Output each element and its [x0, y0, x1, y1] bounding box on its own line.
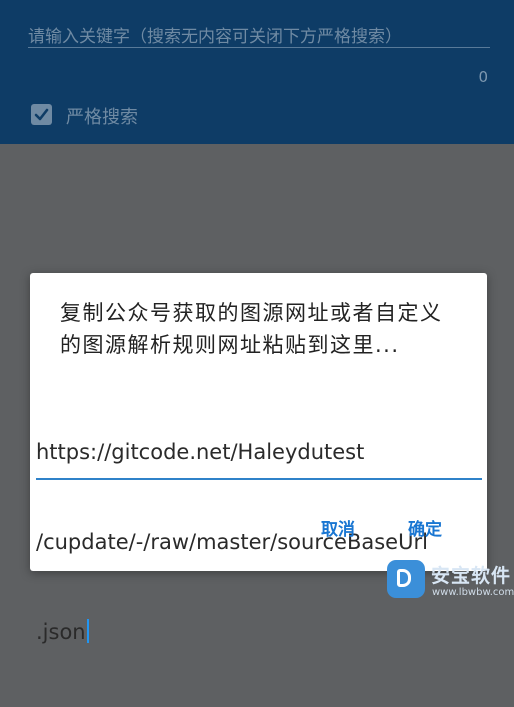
dialog-title: 复制公众号获取的图源网址或者自定义的图源解析规则网址粘贴到这里...	[60, 301, 443, 357]
source-url-dialog: 复制公众号获取的图源网址或者自定义的图源解析规则网址粘贴到这里... https…	[30, 273, 487, 644]
search-header: 请输入关键字（搜索无内容可关闭下方严格搜索） 0 严格搜索	[0, 0, 514, 144]
strict-search-label: 严格搜索	[66, 107, 138, 128]
watermark-logo-icon	[387, 560, 425, 598]
search-input-underline	[28, 47, 490, 48]
watermark: 安宝软件 www.lbwbw.com	[387, 560, 514, 606]
cancel-button[interactable]: 取消	[313, 511, 363, 544]
text-caret	[86, 619, 89, 643]
url-input-line: https://gitcode.net/Haleydutest	[36, 440, 365, 464]
confirm-button[interactable]: 确定	[400, 511, 450, 544]
checkmark-icon	[34, 108, 49, 121]
strict-search-checkbox[interactable]	[31, 104, 52, 125]
result-count: 0	[478, 68, 488, 86]
search-input[interactable]: 请输入关键字（搜索无内容可关闭下方严格搜索）	[28, 22, 402, 47]
url-input-line-text: .json	[36, 620, 86, 644]
input-underline	[36, 478, 482, 480]
watermark-text: 安宝软件	[431, 565, 512, 587]
watermark-url: www.lbwbw.com	[432, 587, 514, 598]
url-input-line-last: .json	[36, 617, 482, 647]
